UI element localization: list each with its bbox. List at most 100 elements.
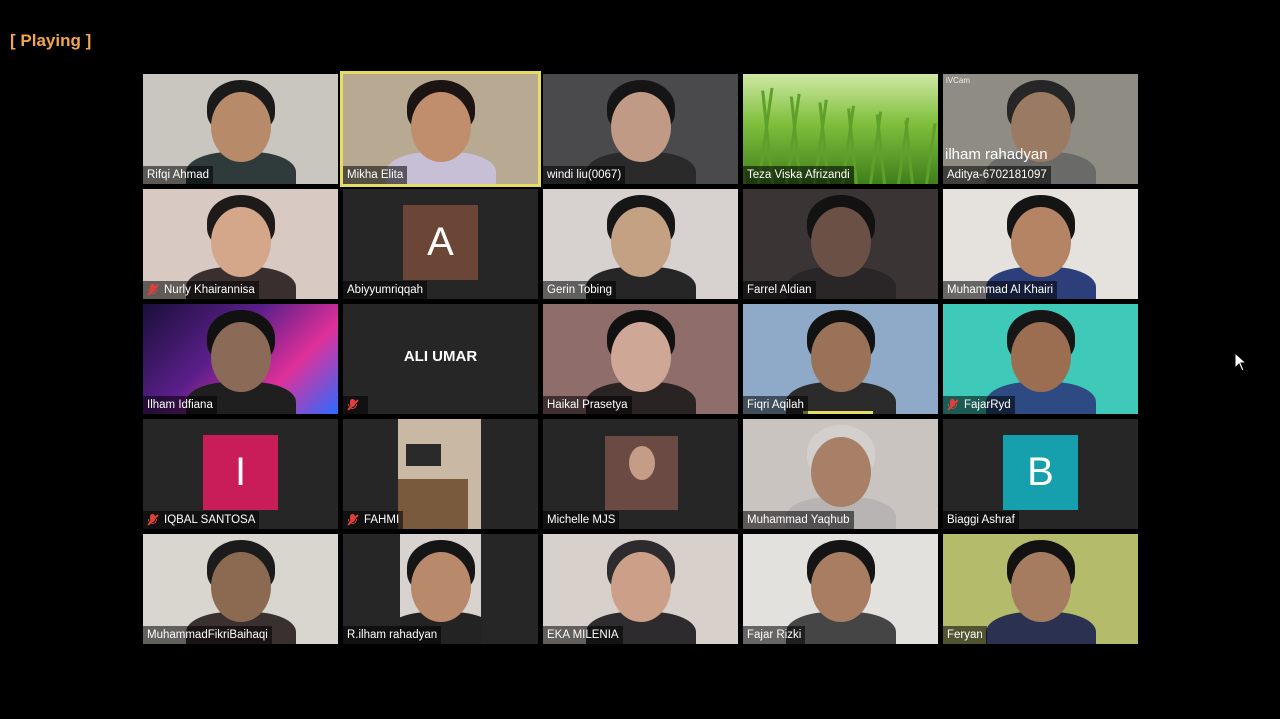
participant-name: Ilham Idfiana xyxy=(147,399,213,411)
person-face xyxy=(1010,322,1071,392)
participant-name-label: Fiqri Aqilah xyxy=(743,396,808,414)
participant-name: Aditya-6702181097 xyxy=(947,169,1047,181)
avatar: I xyxy=(203,435,278,510)
muted-microphone-icon xyxy=(947,399,959,411)
participant-display-name: ALI UMAR xyxy=(403,348,478,365)
person-face xyxy=(210,207,271,277)
video-overlay-text: ilham rahadyan xyxy=(945,146,1048,163)
muted-microphone-icon xyxy=(147,284,159,296)
participant-tile[interactable]: ilham rahadyan iVCam Aditya-6702181097 xyxy=(943,74,1138,184)
participant-name-label: MuhammadFikriBaihaqi xyxy=(143,626,272,644)
participant-tile[interactable]: Michelle MJS xyxy=(543,419,738,529)
participant-tile[interactable]: R.ilham rahadyan xyxy=(343,534,538,644)
participant-name-label: Biaggi Ashraf xyxy=(943,511,1019,529)
participant-video: ALI UMAR xyxy=(343,304,538,414)
participant-name-label: Muhammad Yaqhub xyxy=(743,511,854,529)
participant-name-label: Ilham Idfiana xyxy=(143,396,217,414)
person-face xyxy=(810,437,871,507)
participant-name: Biaggi Ashraf xyxy=(947,514,1015,526)
participant-tile[interactable]: ALI UMAR xyxy=(343,304,538,414)
participant-name: Gerin Tobing xyxy=(547,284,612,296)
participant-name: FAHMI xyxy=(364,514,400,526)
video-grid: Rifqi Ahmad Mikha Elita windi liu(0067) Tez… xyxy=(143,71,1138,644)
grass-blade xyxy=(904,120,914,184)
participant-name: FajarRyd xyxy=(964,399,1011,411)
participant-tile[interactable]: B Biaggi Ashraf xyxy=(943,419,1138,529)
participant-tile[interactable]: Mikha Elita xyxy=(340,71,541,187)
participant-name: R.ilham rahadyan xyxy=(347,629,438,641)
participant-name: MuhammadFikriBaihaqi xyxy=(147,629,268,641)
person-face xyxy=(410,552,471,622)
participant-tile[interactable]: Muhammad Yaqhub xyxy=(743,419,938,529)
participant-name-label: Muhammad Al Khairi xyxy=(943,281,1058,299)
person-face xyxy=(610,322,671,392)
participant-tile[interactable]: MuhammadFikriBaihaqi xyxy=(143,534,338,644)
participant-tile[interactable]: Muhammad Al Khairi xyxy=(943,189,1138,299)
person-face xyxy=(610,92,671,162)
participant-tile[interactable]: windi liu(0067) xyxy=(543,74,738,184)
participant-name-label: Abiyyumriqqah xyxy=(343,281,428,299)
grass-blade xyxy=(925,123,937,184)
participant-name: Feryan xyxy=(947,629,983,641)
person-face xyxy=(210,92,271,162)
participant-tile[interactable]: Rifqi Ahmad xyxy=(143,74,338,184)
person-face xyxy=(210,322,271,392)
participant-tile[interactable]: Ilham Idfiana xyxy=(143,304,338,414)
participant-name-label: R.ilham rahadyan xyxy=(343,626,442,644)
participant-name: Fajar Rizki xyxy=(747,629,802,641)
participant-name: Muhammad Yaqhub xyxy=(747,514,850,526)
person-face xyxy=(810,322,871,392)
participant-name: Nurly Khairannisa xyxy=(164,284,255,296)
participant-name: Abiyyumriqqah xyxy=(347,284,424,296)
participant-tile[interactable]: FAHMI xyxy=(343,419,538,529)
speaking-indicator xyxy=(803,411,873,414)
playback-status: [ Playing ] xyxy=(10,31,92,50)
person-face xyxy=(610,552,671,622)
participant-tile[interactable]: EKA MILENIA xyxy=(543,534,738,644)
participant-name: Haikal Prasetya xyxy=(547,399,628,411)
participant-name: Mikha Elita xyxy=(347,169,404,181)
participant-tile[interactable]: Teza Viska Afrizandi xyxy=(743,74,938,184)
participant-name-label xyxy=(343,396,368,414)
participant-tile[interactable]: FajarRyd xyxy=(943,304,1138,414)
participant-name-label: Michelle MJS xyxy=(543,511,620,529)
participant-name: Michelle MJS xyxy=(547,514,616,526)
participant-name-label: Feryan xyxy=(943,626,987,644)
participant-name: Teza Viska Afrizandi xyxy=(747,169,850,181)
participant-name-label: Aditya-6702181097 xyxy=(943,166,1051,184)
participant-tile[interactable]: A Abiyyumriqqah xyxy=(343,189,538,299)
participant-name-label: windi liu(0067) xyxy=(543,166,626,184)
muted-microphone-icon xyxy=(347,399,359,411)
participant-name: Farrel Aldian xyxy=(747,284,812,296)
participant-name: Rifqi Ahmad xyxy=(147,169,210,181)
participant-name-label: FAHMI xyxy=(343,511,404,529)
person-face xyxy=(810,207,871,277)
person-face xyxy=(610,207,671,277)
participant-tile[interactable]: Fiqri Aqilah xyxy=(743,304,938,414)
participant-tile[interactable]: Farrel Aldian xyxy=(743,189,938,299)
room-photo xyxy=(398,419,481,529)
participant-name-label: Farrel Aldian xyxy=(743,281,816,299)
person-face xyxy=(1010,207,1071,277)
person-face xyxy=(1010,552,1071,622)
grass-blade xyxy=(875,114,886,184)
participant-tile[interactable]: Nurly Khairannisa xyxy=(143,189,338,299)
participant-tile[interactable]: Fajar Rizki xyxy=(743,534,938,644)
participant-name: EKA MILENIA xyxy=(547,629,619,641)
person-face xyxy=(410,92,471,162)
participant-name-label: Rifqi Ahmad xyxy=(143,166,214,184)
avatar: A xyxy=(403,205,478,280)
participant-tile[interactable]: Gerin Tobing xyxy=(543,189,738,299)
avatar: B xyxy=(1003,435,1078,510)
participant-name: Fiqri Aqilah xyxy=(747,399,804,411)
person-face xyxy=(210,552,271,622)
participant-tile[interactable]: Haikal Prasetya xyxy=(543,304,738,414)
participant-tile[interactable]: Feryan xyxy=(943,534,1138,644)
participant-name: windi liu(0067) xyxy=(547,169,622,181)
participant-name: IQBAL SANTOSA xyxy=(164,514,256,526)
participant-name-label: Nurly Khairannisa xyxy=(143,281,259,299)
participant-name-label: Teza Viska Afrizandi xyxy=(743,166,854,184)
participant-name-label: Haikal Prasetya xyxy=(543,396,632,414)
participant-tile[interactable]: I IQBAL SANTOSA xyxy=(143,419,338,529)
participant-name-label: Mikha Elita xyxy=(343,166,408,184)
